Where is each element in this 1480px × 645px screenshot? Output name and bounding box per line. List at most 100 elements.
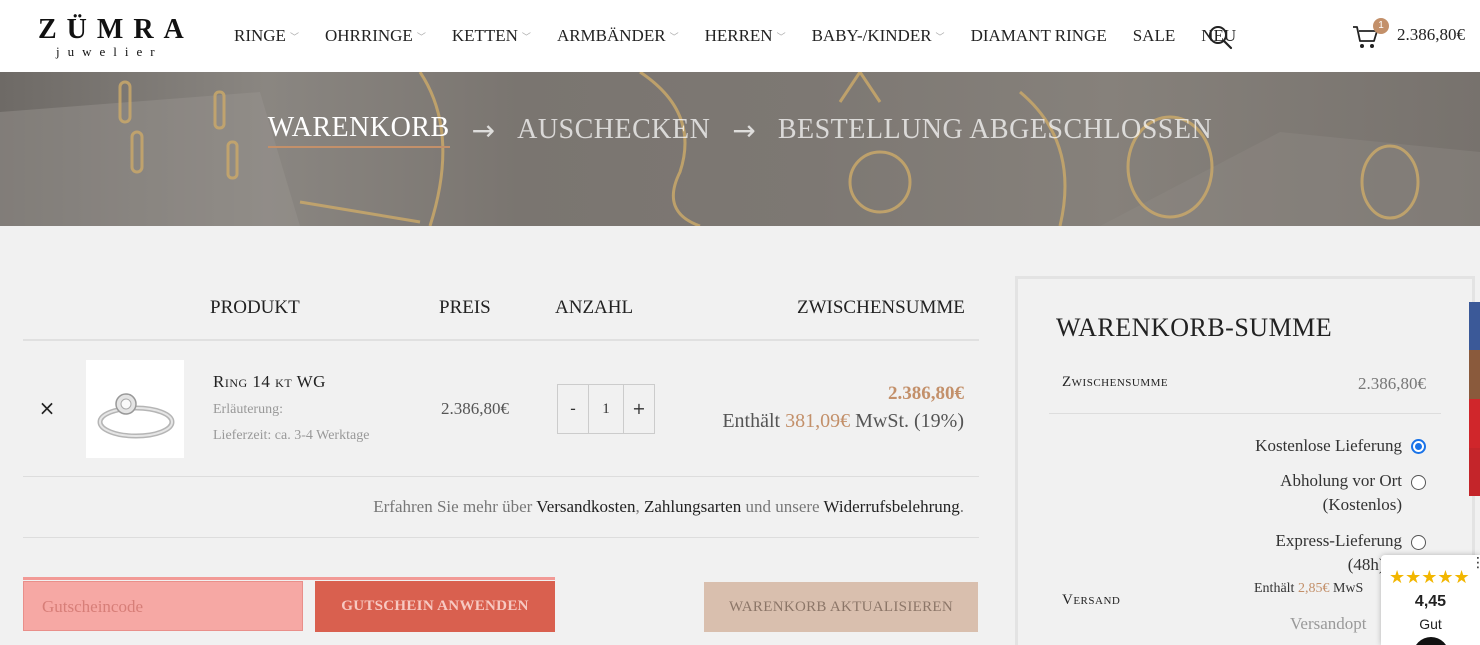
shipping-info-line: Erfahren Sie mehr über Versandkosten, Za… bbox=[373, 497, 964, 517]
tax-prefix: Enthält bbox=[722, 410, 781, 432]
nav-item-ringe[interactable]: RINGE ﹀ bbox=[234, 26, 299, 46]
shipping-option-free-label[interactable]: Kostenlose Lieferung bbox=[1255, 434, 1402, 458]
facebook-share-tab[interactable] bbox=[1469, 302, 1480, 350]
pickup-line2: (Kostenlos) bbox=[1322, 495, 1402, 514]
step-cart[interactable]: WARENKORB bbox=[267, 112, 450, 148]
quantity-stepper: - 1 + bbox=[557, 384, 655, 434]
chevron-down-icon: ﹀ bbox=[521, 31, 531, 42]
chevron-down-icon: ﹀ bbox=[416, 31, 426, 42]
logo-subtitle: juwelier bbox=[56, 44, 163, 59]
chevron-down-icon: ﹀ bbox=[935, 31, 945, 42]
line-subtotal: 2.386,80€ bbox=[888, 383, 964, 404]
nav-label: HERREN bbox=[704, 26, 773, 45]
chevron-down-icon: ﹀ bbox=[669, 31, 679, 42]
coupon-highlight-bar bbox=[23, 577, 555, 580]
nav-item-herren[interactable]: HERREN ﹀ bbox=[705, 26, 786, 46]
chevron-down-icon: ﹀ bbox=[776, 31, 786, 42]
tax-amount: 381,09€ bbox=[785, 410, 851, 432]
trusted-shops-rating-widget[interactable]: ★★★★★ ⋮ 4,45 Gut bbox=[1381, 555, 1480, 645]
update-cart-button[interactable]: WARENKORB AKTUALISIEREN bbox=[704, 582, 978, 632]
site-header: ZÜMRA juwelier RINGE ﹀ OHRRINGE ﹀ KETTEN ﹀ … bbox=[0, 0, 1480, 72]
pickup-line1: Abholung vor Ort bbox=[1280, 471, 1402, 490]
instagram-share-tab[interactable] bbox=[1469, 350, 1480, 399]
payment-methods-link[interactable]: Zahlungsarten bbox=[644, 497, 741, 516]
share-tab[interactable] bbox=[1469, 448, 1480, 496]
hero-banner: WARENKORB → AUSCHECKEN → BESTELLUNG ABGE… bbox=[0, 72, 1480, 226]
more-options-icon[interactable]: ⋮ bbox=[1471, 555, 1480, 571]
trust-badge-icon bbox=[1413, 637, 1449, 645]
nav-item-ohrringe[interactable]: OHRRINGE ﹀ bbox=[325, 26, 426, 46]
product-delivery-time: Lieferzeit: ca. 3-4 Werktage bbox=[213, 428, 370, 443]
info-end: . bbox=[959, 497, 964, 516]
divider bbox=[1049, 413, 1441, 414]
shipping-costs-link[interactable]: Versandkosten bbox=[536, 497, 635, 516]
step-order-complete: BESTELLUNG ABGESCHLOSSEN bbox=[777, 114, 1213, 145]
divider bbox=[23, 537, 979, 538]
product-thumbnail[interactable] bbox=[86, 360, 184, 458]
cart-totals-title: WARENKORB-SUMME bbox=[1056, 313, 1333, 342]
subtotal-label: Zwischensumme bbox=[1062, 374, 1169, 390]
nav-label: SALE bbox=[1132, 26, 1176, 45]
remove-item-button[interactable]: × bbox=[38, 397, 56, 419]
nav-item-ketten[interactable]: KETTEN ﹀ bbox=[452, 26, 531, 46]
quantity-increase-button[interactable]: + bbox=[624, 385, 654, 433]
column-header-product: PRODUKT bbox=[210, 297, 300, 318]
coupon-code-input[interactable]: Gutscheincode bbox=[23, 581, 303, 631]
withdrawal-policy-link[interactable]: Widerrufsbelehrung bbox=[824, 497, 960, 516]
info-comma: , bbox=[635, 497, 640, 516]
info-prefix: Erfahren Sie mehr über bbox=[373, 497, 533, 516]
nav-label: OHRRINGE bbox=[324, 26, 413, 45]
nav-item-baby-kinder[interactable]: BABY-/KINDER ﹀ bbox=[812, 26, 945, 46]
apply-coupon-button[interactable]: GUTSCHEIN ANWENDEN bbox=[315, 581, 555, 632]
shipping-option-pickup-radio[interactable] bbox=[1411, 475, 1426, 490]
shipping-label: Versand bbox=[1062, 592, 1121, 608]
cart-count-badge: 1 bbox=[1373, 18, 1389, 34]
jewelry-background-image bbox=[0, 72, 1480, 226]
express-tax-prefix: Enthält bbox=[1254, 581, 1295, 596]
unit-price: 2.386,80€ bbox=[441, 399, 509, 418]
express-tax-suffix: MwS bbox=[1332, 581, 1364, 596]
logo-wordmark: ZÜMRA bbox=[38, 14, 194, 45]
divider bbox=[23, 339, 979, 341]
cart-total[interactable]: 2.386,80€ bbox=[1397, 25, 1465, 45]
chevron-down-icon: ﹀ bbox=[289, 31, 299, 42]
shipping-options-link[interactable]: Versandopt bbox=[1290, 614, 1366, 634]
pinterest-share-tab[interactable] bbox=[1469, 399, 1480, 448]
quantity-decrease-button[interactable]: - bbox=[558, 385, 588, 433]
shipping-option-free-radio[interactable] bbox=[1411, 439, 1426, 454]
shipping-option-pickup-label[interactable]: Abholung vor Ort (Kostenlos) bbox=[1280, 469, 1402, 517]
product-name[interactable]: Ring 14 kt WG bbox=[213, 372, 326, 392]
express-line1: Express-Lieferung bbox=[1275, 531, 1402, 550]
shipping-option-express-radio[interactable] bbox=[1411, 535, 1426, 550]
search-icon[interactable] bbox=[1207, 24, 1233, 50]
quantity-input[interactable]: 1 bbox=[588, 385, 624, 433]
site-logo[interactable]: ZÜMRA juwelier bbox=[38, 14, 198, 59]
nav-label: ARMBÄNDER bbox=[556, 26, 666, 45]
step-checkout[interactable]: AUSCHECKEN bbox=[517, 114, 710, 146]
nav-item-sale[interactable]: SALE bbox=[1133, 26, 1176, 46]
nav-label: RINGE bbox=[234, 26, 286, 45]
subtotal-value: 2.386,80€ bbox=[1358, 374, 1426, 393]
nav-item-armbaender[interactable]: ARMBÄNDER ﹀ bbox=[557, 26, 679, 46]
column-header-subtotal: ZWISCHENSUMME bbox=[797, 297, 965, 318]
tax-suffix: MwSt. (19%) bbox=[855, 410, 964, 432]
column-header-quantity: ANZAHL bbox=[555, 297, 634, 318]
divider bbox=[23, 476, 979, 477]
nav-item-diamant-ringe[interactable]: DIAMANT RINGE bbox=[971, 26, 1107, 46]
main-nav: RINGE ﹀ OHRRINGE ﹀ KETTEN ﹀ ARMBÄNDER ﹀ HERR… bbox=[234, 24, 1262, 48]
info-middle: und unsere bbox=[745, 497, 820, 516]
nav-label: DIAMANT RINGE bbox=[970, 26, 1107, 45]
line-tax-info: Enthält 381,09€ MwSt. (19%) bbox=[722, 410, 964, 433]
rating-score: 4,45 bbox=[1414, 593, 1447, 610]
product-note: Erläuterung: bbox=[213, 402, 283, 417]
column-header-price: PREIS bbox=[439, 297, 491, 318]
arrow-right-icon: → bbox=[732, 113, 756, 147]
rating-stars-icon: ★★★★★ bbox=[1389, 567, 1470, 588]
nav-label: BABY-/KINDER bbox=[811, 26, 932, 45]
express-tax-info: Enthält 2,85€ MwS bbox=[1254, 581, 1363, 597]
nav-label: KETTEN bbox=[451, 26, 518, 45]
express-tax-amount: 2,85€ bbox=[1297, 581, 1330, 596]
checkout-steps: WARENKORB → AUSCHECKEN → BESTELLUNG ABGE… bbox=[0, 112, 1480, 148]
arrow-right-icon: → bbox=[471, 113, 496, 147]
rating-label: Gut bbox=[1419, 616, 1442, 632]
